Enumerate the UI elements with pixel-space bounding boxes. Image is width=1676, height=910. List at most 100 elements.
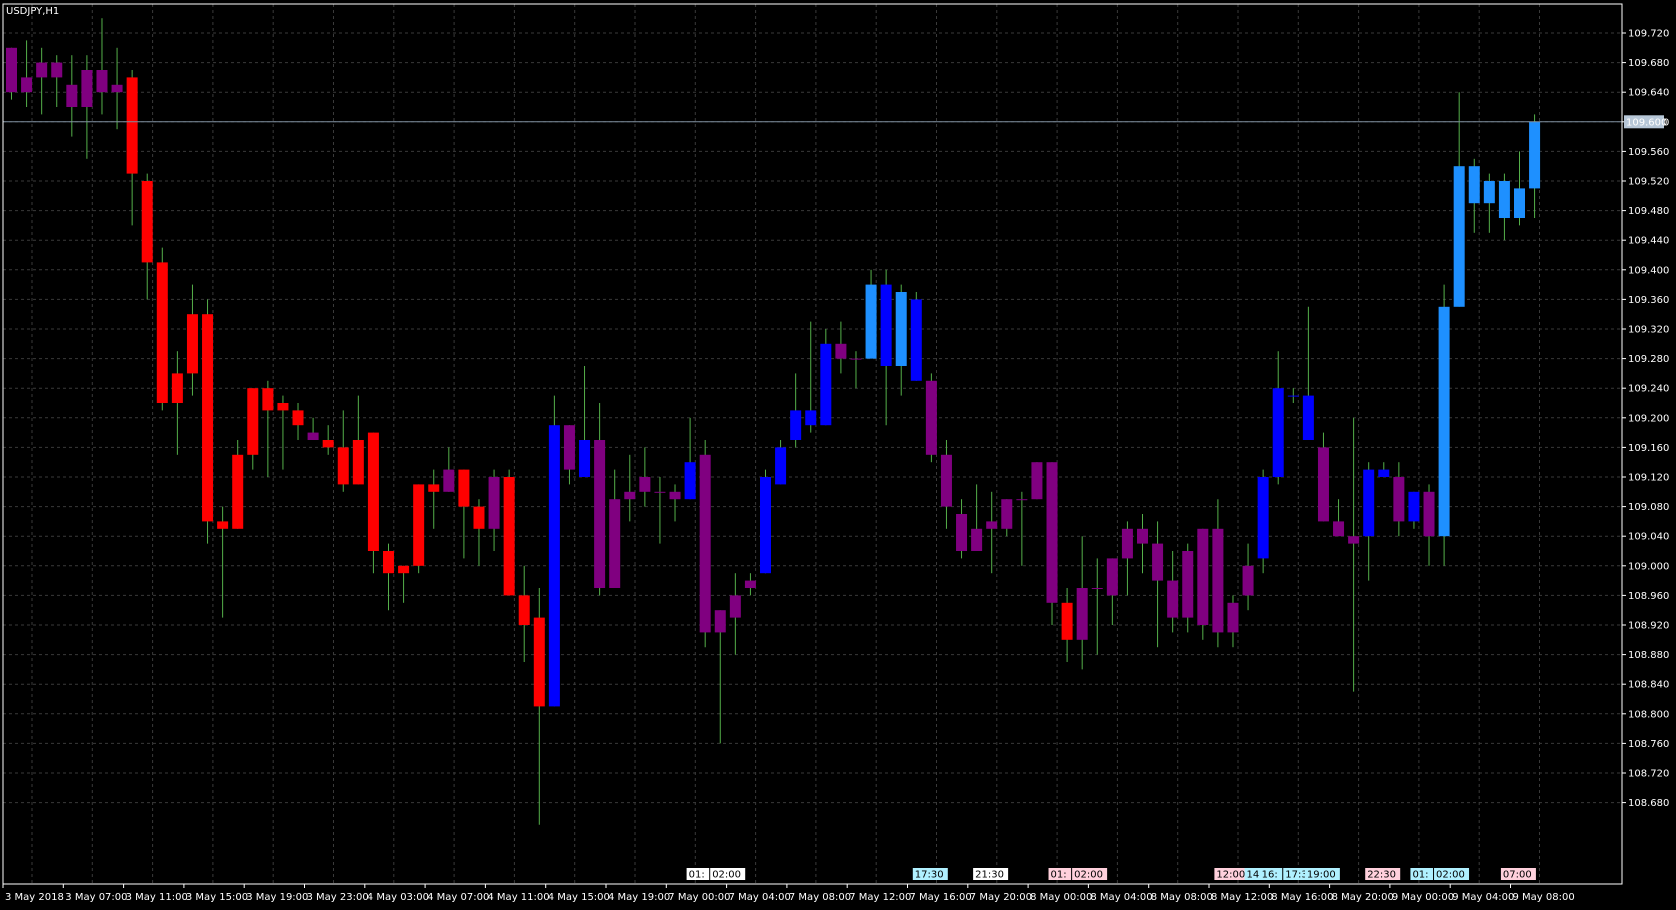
symbol-label: USDJPY,H1 xyxy=(6,6,59,17)
y-tick-label: 109.400 xyxy=(1628,265,1669,276)
event-tag: 07:00 xyxy=(1500,868,1536,881)
candle xyxy=(156,247,168,411)
candle-body xyxy=(925,380,937,455)
candle-body xyxy=(1212,528,1224,633)
candle-body xyxy=(247,388,259,455)
candle-body xyxy=(111,84,123,93)
y-tick-label: 109.000 xyxy=(1628,561,1669,572)
x-tick-label: 7 May 04:00 xyxy=(729,892,791,903)
candle xyxy=(1197,528,1209,640)
candle-body xyxy=(639,477,651,492)
candle-body xyxy=(971,528,983,551)
candle-body xyxy=(367,432,379,551)
event-tag-label: 22:30 xyxy=(1367,870,1396,881)
x-tick-label: 7 May 08:00 xyxy=(789,892,851,903)
candle-body xyxy=(624,491,636,500)
candle-body xyxy=(202,314,214,522)
candle-body xyxy=(307,432,319,440)
event-tag-label: 02:00 xyxy=(712,870,741,881)
candle-body xyxy=(548,425,560,707)
candle-body xyxy=(126,77,138,174)
candle-body xyxy=(1106,558,1118,596)
candle-body xyxy=(1468,166,1480,204)
candle-body xyxy=(1438,306,1450,537)
candle-body xyxy=(1121,528,1133,559)
y-tick-label: 109.720 xyxy=(1628,29,1669,40)
candle xyxy=(1046,462,1058,625)
candle-body xyxy=(880,284,892,366)
y-tick-label: 109.560 xyxy=(1628,147,1669,158)
candle-body xyxy=(1408,491,1420,522)
candle-body xyxy=(1317,447,1329,522)
candle-body xyxy=(337,447,349,485)
candle-body xyxy=(398,565,410,574)
candle-body xyxy=(563,425,575,470)
y-tick-label: 109.280 xyxy=(1628,354,1669,365)
candle-body xyxy=(458,469,470,507)
candle xyxy=(699,440,711,648)
candle xyxy=(1438,284,1450,566)
candle-body xyxy=(986,521,998,529)
candle-body xyxy=(156,262,168,403)
candle-body xyxy=(1287,395,1299,397)
candle-body xyxy=(1046,462,1058,603)
y-tick-label: 109.200 xyxy=(1628,413,1669,424)
x-tick-label: 9 May 04:00 xyxy=(1452,892,1514,903)
x-tick-label: 3 May 23:00 xyxy=(307,892,369,903)
x-tick-label: 4 May 19:00 xyxy=(608,892,670,903)
event-tag-label: 12:00 xyxy=(1216,870,1245,881)
candle xyxy=(1031,462,1043,500)
candle xyxy=(6,47,17,100)
y-tick-label: 109.520 xyxy=(1628,177,1669,188)
y-tick-label: 108.760 xyxy=(1628,739,1669,750)
candle-body xyxy=(775,447,787,485)
candle-body xyxy=(1272,388,1284,477)
event-tag: 01: 02:00 xyxy=(1410,868,1470,881)
y-tick-label: 108.680 xyxy=(1628,798,1669,809)
candle-body xyxy=(654,491,666,493)
candle-body xyxy=(66,84,78,107)
candle xyxy=(760,469,771,574)
candle xyxy=(548,395,560,707)
candle-body xyxy=(760,477,771,574)
y-tick-label: 108.880 xyxy=(1628,650,1669,661)
y-tick-label: 109.240 xyxy=(1628,384,1669,395)
candle xyxy=(503,469,515,596)
y-tick-label: 109.080 xyxy=(1628,502,1669,513)
candle-body xyxy=(1137,528,1148,544)
candle-body xyxy=(1001,499,1013,529)
x-tick-label: 7 May 16:00 xyxy=(910,892,972,903)
candle-body xyxy=(1061,602,1073,640)
candle-body xyxy=(594,440,606,588)
x-tick-label: 8 May 04:00 xyxy=(1090,892,1152,903)
event-tag-label: 19:00 xyxy=(1307,870,1336,881)
candle-body xyxy=(322,440,334,448)
candle-body xyxy=(940,454,952,507)
candle-body xyxy=(1333,521,1345,537)
x-tick-label: 3 May 07:00 xyxy=(65,892,127,903)
candle-body xyxy=(6,47,17,93)
x-tick-label: 3 May 11:00 xyxy=(126,892,188,903)
candle-body xyxy=(141,181,153,263)
candle-body xyxy=(1227,602,1239,633)
event-tag-label: 17:30 xyxy=(915,870,944,881)
candle-body xyxy=(292,410,304,426)
candle-body xyxy=(669,491,681,500)
candle-body xyxy=(1197,528,1209,625)
candle-body xyxy=(820,343,832,426)
event-tag: 01: 02:00 xyxy=(686,868,746,881)
candle-body xyxy=(1423,491,1435,537)
candle-body xyxy=(865,284,877,359)
candle-body xyxy=(96,70,108,93)
candle-body xyxy=(473,506,485,529)
candle-body xyxy=(850,358,862,360)
candle xyxy=(910,292,922,381)
x-tick-label: 3 May 15:00 xyxy=(186,892,248,903)
candle-body xyxy=(1167,580,1179,618)
event-tag-label: 02:00 xyxy=(1436,870,1465,881)
candle-body xyxy=(383,551,394,574)
x-tick-label: 9 May 08:00 xyxy=(1513,892,1575,903)
x-tick-label: 8 May 08:00 xyxy=(1151,892,1213,903)
price-chart[interactable]: 109.720 109.680 109.640 109.600 109.560 109.5… xyxy=(0,0,1676,910)
event-tag-label: 01: xyxy=(1412,870,1428,881)
